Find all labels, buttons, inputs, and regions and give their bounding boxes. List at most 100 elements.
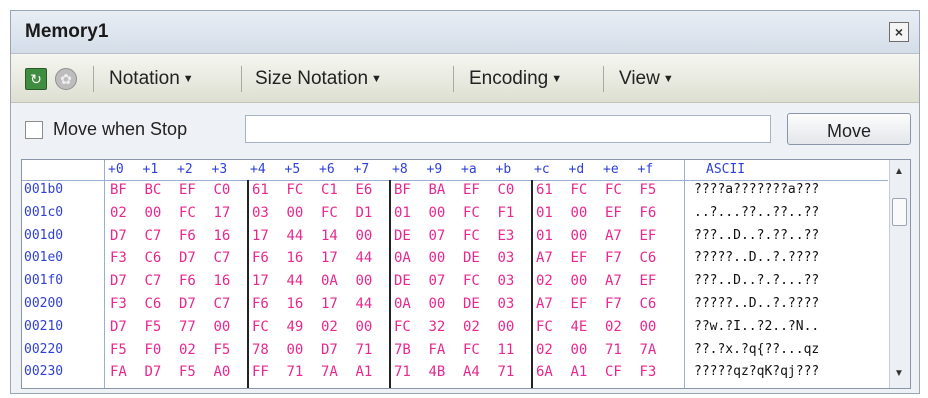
byte-cell[interactable]: FC: [463, 205, 480, 221]
byte-cell[interactable]: D7: [110, 273, 127, 289]
byte-cell[interactable]: DE: [394, 228, 411, 244]
byte-cell[interactable]: 61: [536, 182, 553, 198]
byte-cell[interactable]: DE: [463, 250, 480, 266]
byte-cell[interactable]: FC: [179, 205, 196, 221]
byte-cell[interactable]: A7: [536, 296, 553, 312]
byte-cell[interactable]: 00: [145, 205, 162, 221]
byte-cell[interactable]: 4B: [429, 364, 446, 380]
byte-cell[interactable]: 7A: [321, 364, 338, 380]
byte-cell[interactable]: 17: [214, 205, 231, 221]
byte-cell[interactable]: 17: [321, 250, 338, 266]
byte-cell[interactable]: FC: [571, 182, 588, 198]
byte-cell[interactable]: 71: [356, 342, 373, 358]
byte-cell[interactable]: C7: [214, 296, 231, 312]
byte-cell[interactable]: 00: [429, 296, 446, 312]
byte-cell[interactable]: BA: [429, 182, 446, 198]
byte-cell[interactable]: F5: [179, 364, 196, 380]
byte-cell[interactable]: FC: [321, 205, 338, 221]
byte-cell[interactable]: DE: [463, 296, 480, 312]
size-notation-menu[interactable]: Size Notation ▼: [255, 68, 382, 90]
byte-cell[interactable]: A1: [571, 364, 588, 380]
ascii-cell[interactable]: ?????qz?qK?qj???: [694, 364, 819, 379]
byte-cell[interactable]: 77: [179, 319, 196, 335]
byte-cell[interactable]: D7: [110, 228, 127, 244]
byte-cell[interactable]: FC: [605, 182, 622, 198]
byte-cell[interactable]: EF: [640, 228, 657, 244]
byte-cell[interactable]: 17: [252, 273, 269, 289]
byte-cell[interactable]: BC: [145, 182, 162, 198]
byte-cell[interactable]: BF: [394, 182, 411, 198]
byte-cell[interactable]: 02: [321, 319, 338, 335]
move-when-stop-checkbox[interactable]: [25, 121, 43, 139]
byte-cell[interactable]: CF: [605, 364, 622, 380]
move-button[interactable]: Move: [787, 113, 911, 145]
byte-cell[interactable]: C7: [214, 250, 231, 266]
byte-cell[interactable]: F5: [640, 182, 657, 198]
byte-cell[interactable]: 03: [498, 273, 515, 289]
byte-cell[interactable]: EF: [571, 250, 588, 266]
byte-cell[interactable]: F3: [110, 250, 127, 266]
byte-cell[interactable]: 71: [605, 342, 622, 358]
byte-cell[interactable]: 01: [536, 205, 553, 221]
byte-cell[interactable]: F7: [605, 296, 622, 312]
byte-cell[interactable]: 00: [287, 205, 304, 221]
scroll-down-icon[interactable]: ▼: [894, 368, 904, 379]
byte-cell[interactable]: FA: [110, 364, 127, 380]
byte-cell[interactable]: A7: [605, 228, 622, 244]
byte-cell[interactable]: EF: [463, 182, 480, 198]
ascii-cell[interactable]: ??w.?I..?2..?N..: [694, 319, 819, 334]
byte-cell[interactable]: 16: [214, 273, 231, 289]
byte-cell[interactable]: 07: [429, 228, 446, 244]
byte-cell[interactable]: 00: [571, 342, 588, 358]
byte-cell[interactable]: F6: [179, 273, 196, 289]
ascii-cell[interactable]: ???..D..?.??..??: [694, 228, 819, 243]
byte-cell[interactable]: C6: [640, 296, 657, 312]
byte-cell[interactable]: 71: [498, 364, 515, 380]
byte-cell[interactable]: D7: [110, 319, 127, 335]
byte-cell[interactable]: F6: [179, 228, 196, 244]
ascii-cell[interactable]: ?????..D..?.????: [694, 296, 819, 311]
byte-cell[interactable]: 0A: [394, 250, 411, 266]
byte-cell[interactable]: 00: [356, 273, 373, 289]
byte-cell[interactable]: F6: [252, 250, 269, 266]
byte-cell[interactable]: 32: [429, 319, 446, 335]
byte-cell[interactable]: A4: [463, 364, 480, 380]
byte-cell[interactable]: 11: [498, 342, 515, 358]
byte-cell[interactable]: A7: [536, 250, 553, 266]
byte-cell[interactable]: 4E: [571, 319, 588, 335]
byte-cell[interactable]: FC: [252, 319, 269, 335]
byte-cell[interactable]: A0: [214, 364, 231, 380]
byte-cell[interactable]: C0: [498, 182, 515, 198]
memory-grid[interactable]: +0 +1 +2 +3 +4 +5 +6 +7 +8 +9 +a +b +c +d +e +f ASCII ▲ …: [21, 159, 911, 389]
byte-cell[interactable]: 14: [321, 228, 338, 244]
byte-cell[interactable]: FC: [536, 319, 553, 335]
byte-cell[interactable]: 03: [498, 296, 515, 312]
byte-cell[interactable]: A7: [605, 273, 622, 289]
byte-cell[interactable]: 44: [287, 228, 304, 244]
byte-cell[interactable]: EF: [179, 182, 196, 198]
byte-cell[interactable]: D1: [356, 205, 373, 221]
byte-cell[interactable]: 02: [463, 319, 480, 335]
byte-cell[interactable]: 00: [640, 319, 657, 335]
ascii-cell[interactable]: ???..D..?.?...??: [694, 273, 819, 288]
byte-cell[interactable]: F7: [605, 250, 622, 266]
byte-cell[interactable]: FC: [287, 182, 304, 198]
scroll-thumb[interactable]: [892, 198, 907, 226]
byte-cell[interactable]: C6: [145, 296, 162, 312]
byte-cell[interactable]: F6: [252, 296, 269, 312]
byte-cell[interactable]: 00: [571, 205, 588, 221]
byte-cell[interactable]: 02: [110, 205, 127, 221]
byte-cell[interactable]: 7B: [394, 342, 411, 358]
byte-cell[interactable]: F6: [640, 205, 657, 221]
byte-cell[interactable]: 61: [252, 182, 269, 198]
scroll-up-icon[interactable]: ▲: [894, 166, 904, 177]
byte-cell[interactable]: 00: [214, 319, 231, 335]
byte-cell[interactable]: 71: [394, 364, 411, 380]
byte-cell[interactable]: 03: [252, 205, 269, 221]
byte-cell[interactable]: EF: [605, 205, 622, 221]
byte-cell[interactable]: C0: [214, 182, 231, 198]
byte-cell[interactable]: 71: [287, 364, 304, 380]
ascii-cell[interactable]: ?????..D..?.????: [694, 250, 819, 265]
refresh-icon[interactable]: ↻: [25, 68, 47, 90]
byte-cell[interactable]: 00: [498, 319, 515, 335]
